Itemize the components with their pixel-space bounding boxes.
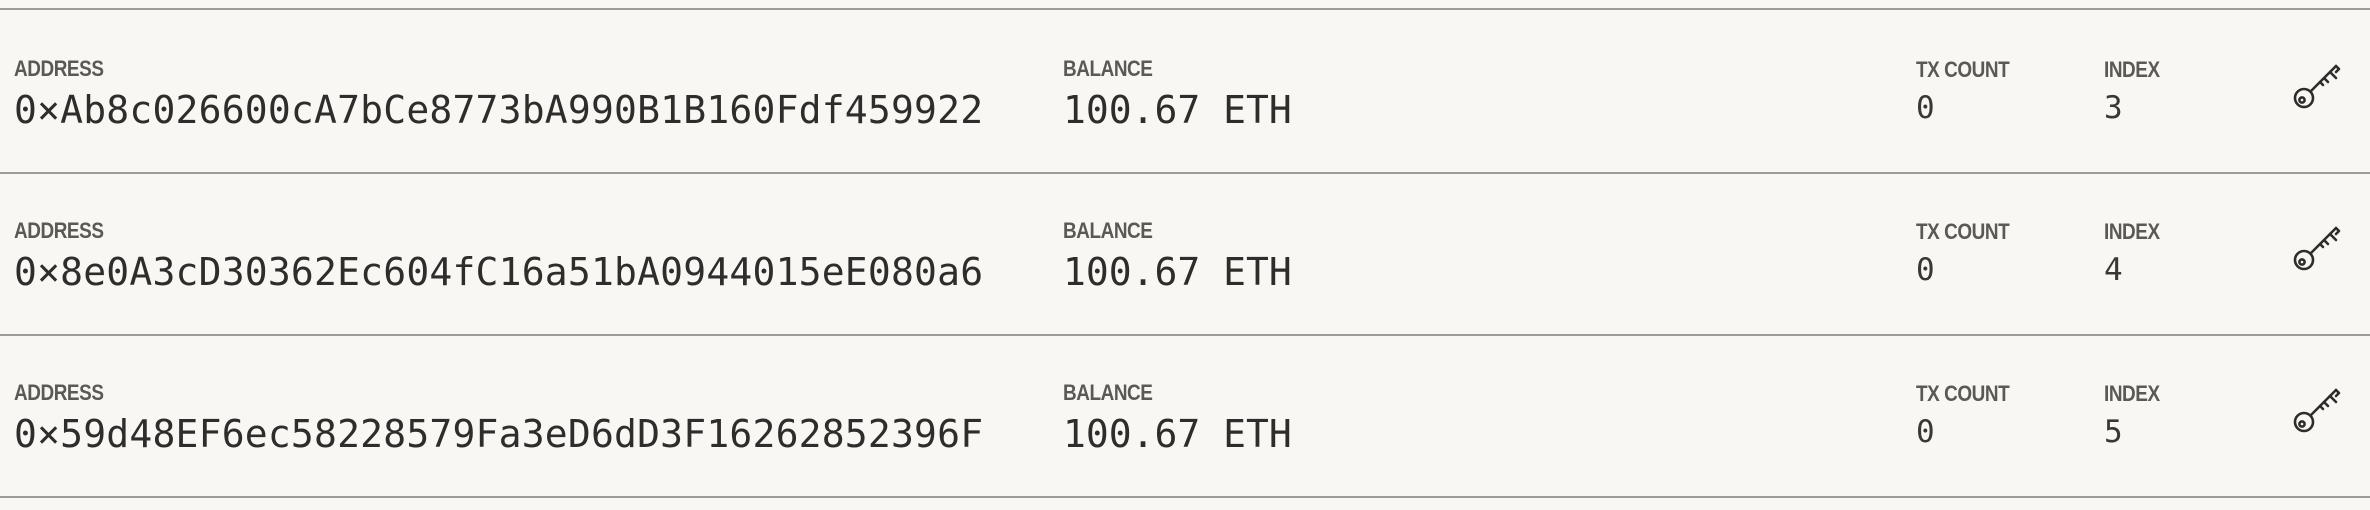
address-label: ADDRESS [14, 56, 104, 81]
address-value[interactable]: 0×Ab8c026600cA7bCe8773bA990B1B160Fdf4599… [14, 91, 983, 129]
balance-label: BALANCE [1063, 56, 1153, 81]
address-label: ADDRESS [14, 380, 104, 405]
balance-value: 100.67 ETH [1063, 88, 1292, 132]
top-divider [0, 0, 2370, 10]
accounts-list: ADDRESS 0×Ab8c026600cA7bCe8773bA990B1B16… [0, 0, 2370, 510]
balance-value: 100.67 ETH [1063, 250, 1292, 294]
index-label: INDEX [2104, 57, 2160, 82]
address-value[interactable]: 0×59d48EF6ec58228579Fa3eD6dD3F1626285239… [14, 415, 983, 453]
tx-count-label: TX COUNT [1916, 381, 2010, 406]
index-value: 5 [2104, 414, 2123, 450]
tx-count-value: 0 [1916, 252, 1935, 288]
account-row: ADDRESS 0×59d48EF6ec58228579Fa3eD6dD3F16… [0, 336, 2370, 498]
key-icon[interactable] [2290, 385, 2342, 437]
index-label: INDEX [2104, 381, 2160, 406]
index-label: INDEX [2104, 219, 2160, 244]
tx-count-value: 0 [1916, 90, 1935, 126]
tx-count-label: TX COUNT [1916, 57, 2010, 82]
account-row: ADDRESS 0×Ab8c026600cA7bCe8773bA990B1B16… [0, 12, 2370, 174]
tx-count-value: 0 [1916, 414, 1935, 450]
balance-label: BALANCE [1063, 218, 1153, 243]
address-value[interactable]: 0×8e0A3cD30362Ec604fC16a51bA0944015eE080… [14, 253, 983, 291]
key-icon[interactable] [2290, 61, 2342, 113]
account-row: ADDRESS 0×8e0A3cD30362Ec604fC16a51bA0944… [0, 174, 2370, 336]
address-label: ADDRESS [14, 218, 104, 243]
index-value: 3 [2104, 90, 2123, 126]
key-icon[interactable] [2290, 223, 2342, 275]
tx-count-label: TX COUNT [1916, 219, 2010, 244]
balance-label: BALANCE [1063, 380, 1153, 405]
index-value: 4 [2104, 252, 2123, 288]
balance-value: 100.67 ETH [1063, 412, 1292, 456]
